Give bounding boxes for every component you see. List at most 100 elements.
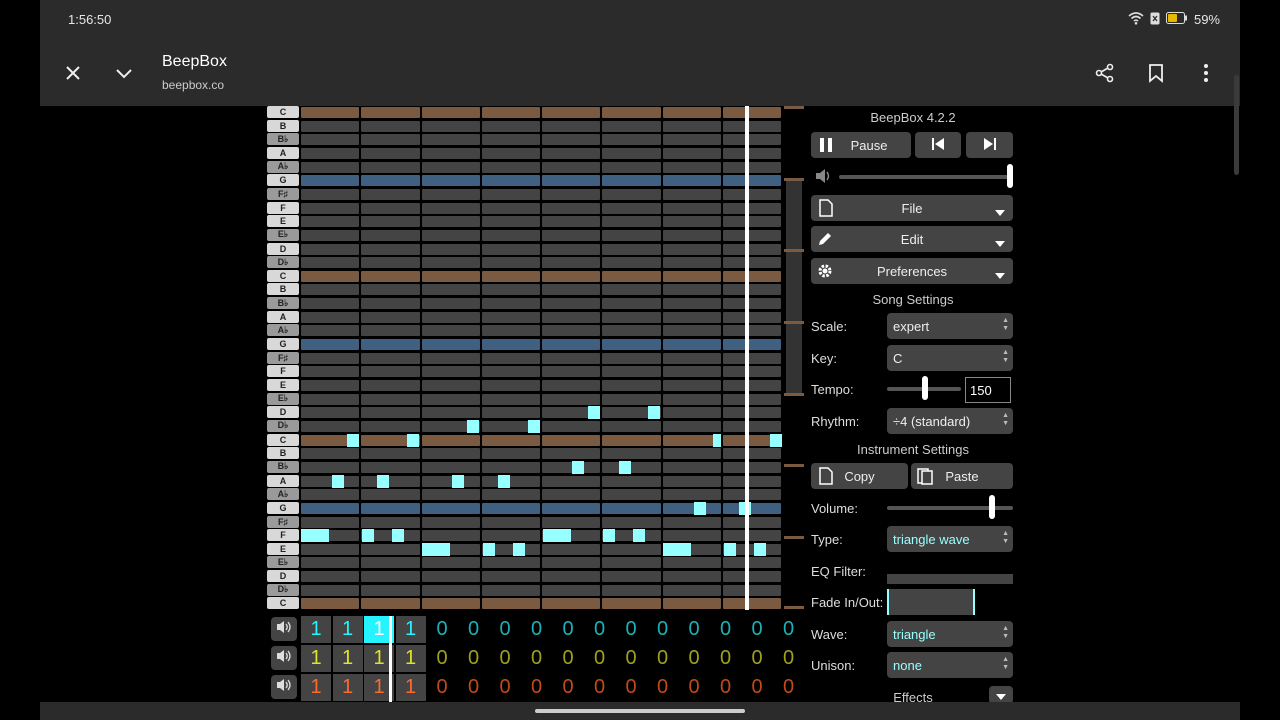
grid-cell[interactable] [722,325,781,337]
grid-cell[interactable] [301,557,360,569]
grid-cell[interactable] [421,571,480,583]
grid-cell[interactable] [481,107,540,118]
grid-cell[interactable] [301,147,360,159]
grid-cell[interactable] [602,284,661,296]
pattern-cell[interactable]: 0 [490,645,520,672]
piano-key[interactable]: B [267,447,299,460]
grid-cell[interactable] [542,543,601,555]
grid-cell[interactable] [421,407,480,419]
grid-cell[interactable] [301,407,360,419]
grid-cell[interactable] [421,448,480,460]
grid-cell[interactable] [301,352,360,364]
grid-cell[interactable] [542,502,601,514]
note[interactable] [452,474,464,488]
grid-cell[interactable] [662,175,721,187]
grid-cell[interactable] [301,502,360,514]
note[interactable] [663,542,691,556]
grid-cell[interactable] [301,188,360,200]
grid-cell[interactable] [722,270,781,282]
grid-cell[interactable] [301,120,360,132]
grid-cell[interactable] [722,161,781,173]
grid-cell[interactable] [361,202,420,214]
grid-cell[interactable] [542,434,601,446]
piano-key[interactable]: A♭ [267,160,299,173]
note[interactable] [467,419,479,433]
grid-cell[interactable] [481,516,540,528]
grid-cell[interactable] [481,134,540,146]
grid-cell[interactable] [722,489,781,501]
grid-cell[interactable] [301,366,360,378]
note[interactable] [588,406,600,420]
grid-cell[interactable] [722,284,781,296]
grid-cell[interactable] [542,516,601,528]
grid-cell[interactable] [722,598,781,610]
grid-cell[interactable] [361,448,420,460]
note[interactable] [694,501,706,515]
grid-cell[interactable] [602,202,661,214]
instrument-volume-knob[interactable] [989,495,995,519]
piano-key[interactable]: B♭ [267,460,299,473]
pattern-cell[interactable]: 0 [648,674,678,701]
pattern-cell[interactable]: 0 [616,674,646,701]
grid-cell[interactable] [602,120,661,132]
grid-cell[interactable] [361,339,420,351]
fade-in-handle[interactable] [887,589,889,615]
note[interactable] [633,529,645,543]
bookmark-icon[interactable] [1141,58,1171,88]
grid-cell[interactable] [662,352,721,364]
grid-cell[interactable] [301,161,360,173]
grid-cell[interactable] [542,448,601,460]
grid-cell[interactable] [481,120,540,132]
pattern-cell[interactable]: 0 [774,645,804,672]
grid-cell[interactable] [662,107,721,118]
grid-cell[interactable] [542,270,601,282]
grid-cell[interactable] [421,311,480,323]
grid-cell[interactable] [722,407,781,419]
note[interactable] [347,433,359,447]
pattern-cell[interactable]: 0 [679,645,709,672]
grid-cell[interactable] [542,134,601,146]
piano-key[interactable]: E♭ [267,392,299,405]
grid-cell[interactable] [301,339,360,351]
grid-cell[interactable] [662,229,721,241]
grid-cell[interactable] [602,584,661,596]
piano-key[interactable]: G [267,174,299,187]
grid-cell[interactable] [421,188,480,200]
grid-cell[interactable] [602,229,661,241]
piano-key[interactable]: D♭ [267,419,299,432]
grid-cell[interactable] [361,407,420,419]
grid-cell[interactable] [602,175,661,187]
grid-cell[interactable] [602,475,661,487]
grid-cell[interactable] [481,448,540,460]
piano-key[interactable]: G [267,338,299,351]
pattern-cell[interactable]: 0 [616,645,646,672]
grid-cell[interactable] [662,571,721,583]
grid-cell[interactable] [481,393,540,405]
grid-cell[interactable] [542,175,601,187]
grid-cell[interactable] [722,120,781,132]
grid-cell[interactable] [421,530,480,542]
grid-cell[interactable] [542,120,601,132]
grid-cell[interactable] [602,420,661,432]
grid-cell[interactable] [542,229,601,241]
playhead[interactable] [745,106,749,610]
pattern-cell[interactable]: 1 [301,645,331,672]
grid-cell[interactable] [361,284,420,296]
piano-key[interactable]: F♯ [267,187,299,200]
grid-cell[interactable] [542,216,601,228]
grid-cell[interactable] [361,366,420,378]
grid-cell[interactable] [662,243,721,255]
grid-cell[interactable] [301,516,360,528]
grid-cell[interactable] [421,557,480,569]
grid-cell[interactable] [542,325,601,337]
grid-cell[interactable] [722,311,781,323]
grid-cell[interactable] [361,461,420,473]
grid-cell[interactable] [662,584,721,596]
piano-key[interactable]: A♭ [267,488,299,501]
pattern-cell[interactable]: 0 [679,616,709,643]
piano-key[interactable]: F♯ [267,351,299,364]
pattern-cell[interactable]: 0 [616,616,646,643]
grid-cell[interactable] [481,584,540,596]
grid-cell[interactable] [481,339,540,351]
grid-cell[interactable] [602,352,661,364]
